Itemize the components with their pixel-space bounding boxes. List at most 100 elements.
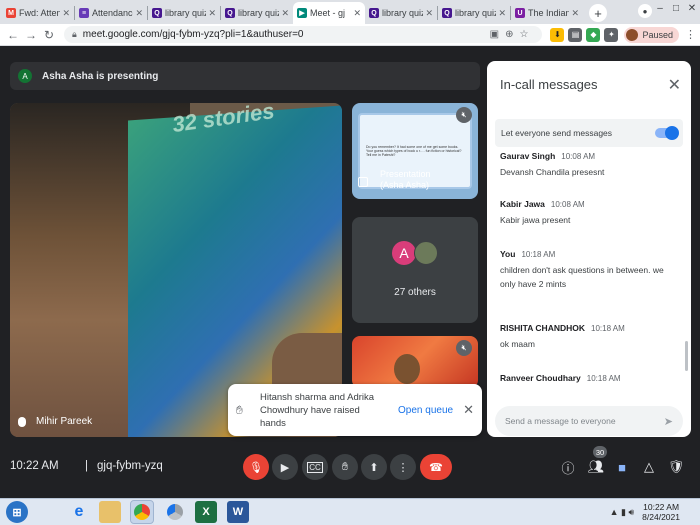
minimize-icon[interactable]: – [652,0,668,20]
extension-icon[interactable]: ⬇ [550,27,565,42]
browser-tab[interactable]: Qlibrary quiz ✕ [365,2,437,24]
tray-date: 8/24/2021 [642,512,680,522]
chat-scrollbar[interactable] [685,341,688,371]
sender-name: Gaurav Singh [500,153,556,161]
chrome-alt-taskbar-button[interactable] [164,501,186,523]
browser-tab[interactable]: ▶ Meet - gj ✕ [293,2,365,24]
tab-close-icon[interactable]: ✕ [498,8,506,19]
lock-icon[interactable]: 🔒︎ [72,29,77,40]
presentation-label: Presentation (Asha Asha) [380,169,431,190]
presentation-tile[interactable]: Do you remember? It had some one of me g… [352,103,478,199]
os-taskbar: ⊞ e X W ▲ ▮ 🔊︎ 10:22 AM 8/24/2021 [0,498,700,525]
close-icon[interactable]: ✕ [668,75,681,95]
chat-message: You 10:18 AM children don't ask questions … [500,249,675,291]
close-window-icon[interactable]: ✕ [684,0,700,20]
participant-count-badge: 30 [593,446,607,458]
chrome-icon [167,504,183,520]
address-bar[interactable]: 🔒︎ meet.google.com/gjq-fybm-yzq?pli=1&au… [64,26,543,43]
others-tile[interactable]: A 27 others [352,217,478,323]
open-queue-button[interactable]: Open queue [398,405,453,416]
chat-button[interactable]: ■ [613,458,631,476]
raise-hand-button[interactable]: ✋︎ [332,454,358,480]
ie-taskbar-button[interactable]: e [68,501,90,523]
tab-close-icon[interactable]: ✕ [571,8,579,19]
avatar [626,28,639,41]
close-icon[interactable]: ✕ [463,402,474,418]
sender-name: Ranveer Choudhary [500,373,581,383]
tab-search-icon[interactable]: ● [638,4,652,18]
tray-icons[interactable]: ▲ ▮ 🔊︎ [610,507,635,518]
mic-toggle-button[interactable]: 🎙︎ [243,454,269,480]
excel-taskbar-button[interactable]: X [195,501,217,523]
tab-label: library quiz | C [455,8,497,18]
reload-icon[interactable]: ↻ [40,28,58,42]
quiz-icon: Q [225,8,235,18]
meeting-details-button[interactable]: ⓘ [559,458,577,476]
message-input[interactable] [505,416,664,426]
chat-panel: In-call messages ✕ Let everyone send mes… [487,61,691,437]
profile-status: Paused [642,29,673,40]
browser-toolbar: ← → ↻ 🔒︎ meet.google.com/gjq-fybm-yzq?pl… [0,24,700,46]
meet-page: A Asha Asha is presenting 32 stories Mih… [0,46,700,498]
participant-name-tag: Mihir Pareek [18,416,92,427]
tab-close-icon[interactable]: ✕ [208,8,216,19]
browser-tab[interactable]: Qlibrary quiz | C✕ [438,2,510,24]
tab-close-icon[interactable]: ✕ [62,8,70,19]
extension-icon[interactable]: ◆ [586,27,601,42]
chrome-taskbar-button[interactable] [130,500,154,524]
start-button[interactable]: ⊞ [6,501,28,523]
activities-button[interactable]: △ [640,458,658,476]
internet-explorer-icon: e [74,503,84,520]
host-controls-button[interactable]: 🛡︎ [667,458,685,476]
tray-clock[interactable]: 10:22 AM 8/24/2021 [642,502,680,522]
explorer-taskbar-button[interactable] [99,501,121,523]
browser-tab[interactable]: UThe Indian Sc✕ [511,2,583,24]
message-time: 10:18 AM [521,250,556,259]
tab-close-icon[interactable]: ✕ [135,8,143,19]
message-time: 10:18 AM [586,374,621,383]
message-sender: Ranveer Choudhary 10:18 AM [500,373,675,383]
present-button[interactable]: ⬆ [361,454,387,480]
chat-message: Ranveer Choudhary 10:18 AM [500,373,675,387]
extension-icon[interactable]: ▤ [568,27,583,42]
captions-button[interactable]: CC [302,454,328,480]
tab-label: library quiz | C [238,8,280,18]
back-icon[interactable]: ← [4,28,22,42]
new-tab-button[interactable]: + [589,4,607,22]
browser-tab[interactable]: MFwd: Attendan✕ [2,2,74,24]
mic-icon [18,416,26,427]
message-list[interactable]: Gaurav Singh 10:08 AM Devansh Chandila pre… [487,153,691,387]
more-options-button[interactable]: ⋮ [390,454,416,480]
browser-tab[interactable]: Qlibrary quiz | C✕ [221,2,293,24]
tab-close-icon[interactable]: ✕ [425,8,433,19]
tab-label: library quiz [382,8,424,18]
presenting-banner: A Asha Asha is presenting [10,62,480,90]
send-icon[interactable]: ➤ [664,415,673,428]
tab-close-icon[interactable]: ✕ [281,8,289,19]
send-messages-toggle[interactable] [655,126,679,140]
browser-tab[interactable]: Qlibrary quiz ✕ [148,2,220,24]
present-icon: ⬆ [369,461,379,474]
chat-input-box[interactable]: ➤ [495,406,683,436]
participant-video-tile[interactable]: 🔇︎ [352,336,478,388]
omnibox-action-icons[interactable]: ▣⊕☆ [490,29,535,40]
tray-time: 10:22 AM [643,502,680,512]
window-controls: – □ ✕ [652,0,700,20]
chat-message: RISHITA CHANDHOK 10:18 AM ok maam [500,323,675,351]
browser-tab[interactable]: ≡Attendance-C✕ [75,2,147,24]
meeting-code: gjq-fybm-yzq [97,460,163,472]
leave-call-button[interactable]: ☎︎ [420,454,452,480]
site-icon: U [515,8,525,18]
extensions-puzzle-icon[interactable]: ✦ [604,27,619,42]
forward-icon[interactable]: → [22,28,40,42]
tab-close-icon[interactable]: ✕ [353,8,361,19]
word-taskbar-button[interactable]: W [227,501,249,523]
people-button[interactable]: 👥︎ [587,458,605,476]
mic-off-icon: 🔇︎ [456,340,472,356]
profile-button[interactable]: Paused [624,26,679,43]
browser-menu-icon[interactable]: ⋮ [685,28,696,41]
message-text: Devansh Chandila presesnt [500,167,605,177]
avatar [414,241,438,265]
maximize-icon[interactable]: □ [668,0,684,20]
camera-toggle-button[interactable]: ▶ [272,454,298,480]
